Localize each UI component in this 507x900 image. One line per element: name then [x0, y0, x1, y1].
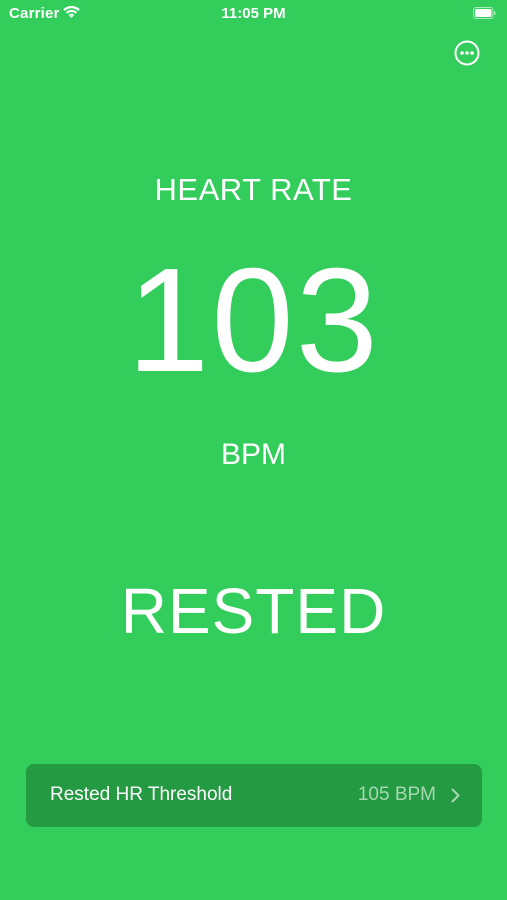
battery-icon — [473, 7, 496, 19]
heart-rate-value: 103 — [127, 238, 380, 403]
heart-rate-screen: Carrier 11:05 PM HEART RATE 103 BPM REST… — [0, 0, 507, 900]
heart-rate-heading: HEART RATE — [154, 172, 353, 207]
rested-threshold-row[interactable]: Rested HR Threshold 105 BPM — [26, 764, 482, 827]
threshold-label: Rested HR Threshold — [50, 784, 233, 805]
chevron-right-icon — [451, 788, 460, 803]
status-bar: Carrier 11:05 PM — [0, 0, 507, 28]
heart-rate-unit: BPM — [220, 438, 286, 471]
threshold-value: 105 BPM — [357, 784, 436, 805]
clock-label: 11:05 PM — [221, 5, 286, 22]
more-options-button[interactable] — [454, 40, 480, 66]
rest-status-label: RESTED — [120, 575, 387, 647]
